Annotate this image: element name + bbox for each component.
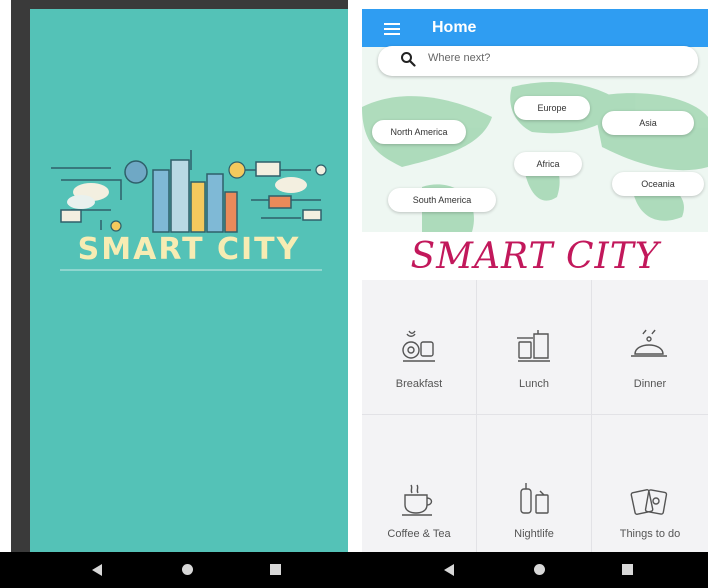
lunch-icon: [517, 330, 550, 362]
recent-apps-icon[interactable]: [622, 564, 633, 575]
category-things-to-do[interactable]: Things to do: [592, 415, 708, 552]
system-navigation-bar: [0, 552, 708, 588]
dinner-icon: [631, 329, 667, 357]
headline: SMART CITY: [410, 236, 660, 277]
category-label: Things to do: [619, 528, 681, 540]
category-coffee-tea[interactable]: Coffee & Tea: [362, 415, 477, 552]
category-breakfast[interactable]: Breakfast: [362, 280, 477, 415]
splash-title: SMART CITY: [77, 232, 301, 267]
back-icon[interactable]: [444, 564, 454, 576]
home-icon[interactable]: [534, 564, 545, 575]
app-bar: Home: [362, 9, 708, 47]
category-label: Nightlife: [514, 528, 554, 540]
region-chip-africa[interactable]: Africa: [514, 152, 582, 176]
category-label: Dinner: [633, 378, 667, 390]
region-chip-oceania[interactable]: Oceania: [612, 172, 704, 196]
search-icon: [401, 52, 416, 67]
back-icon[interactable]: [92, 564, 102, 576]
coffee-tea-icon: [402, 484, 433, 516]
recent-apps-icon[interactable]: [270, 564, 281, 575]
city-illustration-icon: [51, 150, 327, 233]
category-label: Breakfast: [395, 378, 443, 390]
splash-divider: [60, 269, 322, 271]
category-label: Coffee & Tea: [387, 528, 451, 540]
hamburger-menu-icon[interactable]: [384, 23, 400, 35]
splash-screen-phone: SMART CITY: [11, 0, 348, 552]
headline-banner: SMART CITY: [362, 232, 708, 280]
things-to-do-icon: [630, 489, 668, 515]
page-title: Home: [432, 19, 477, 36]
region-chip-south-america[interactable]: South America: [388, 188, 496, 212]
nightlife-icon: [520, 483, 549, 514]
region-chip-europe[interactable]: Europe: [514, 96, 590, 120]
category-grid: Breakfast Lunch Dinner Coffee & Tea Nigh…: [362, 280, 708, 552]
app-home-phone: Home North America Europe Asia Africa Oc…: [362, 0, 708, 552]
search-input[interactable]: [428, 52, 678, 64]
category-label: Lunch: [519, 378, 549, 390]
home-icon[interactable]: [182, 564, 193, 575]
category-dinner[interactable]: Dinner: [592, 280, 708, 415]
category-lunch[interactable]: Lunch: [477, 280, 592, 415]
search-bar[interactable]: [378, 46, 698, 76]
category-nightlife[interactable]: Nightlife: [477, 415, 592, 552]
splash-screen: SMART CITY: [30, 9, 348, 552]
breakfast-icon: [402, 330, 435, 362]
region-chip-north-america[interactable]: North America: [372, 120, 466, 144]
region-chip-asia[interactable]: Asia: [602, 111, 694, 135]
